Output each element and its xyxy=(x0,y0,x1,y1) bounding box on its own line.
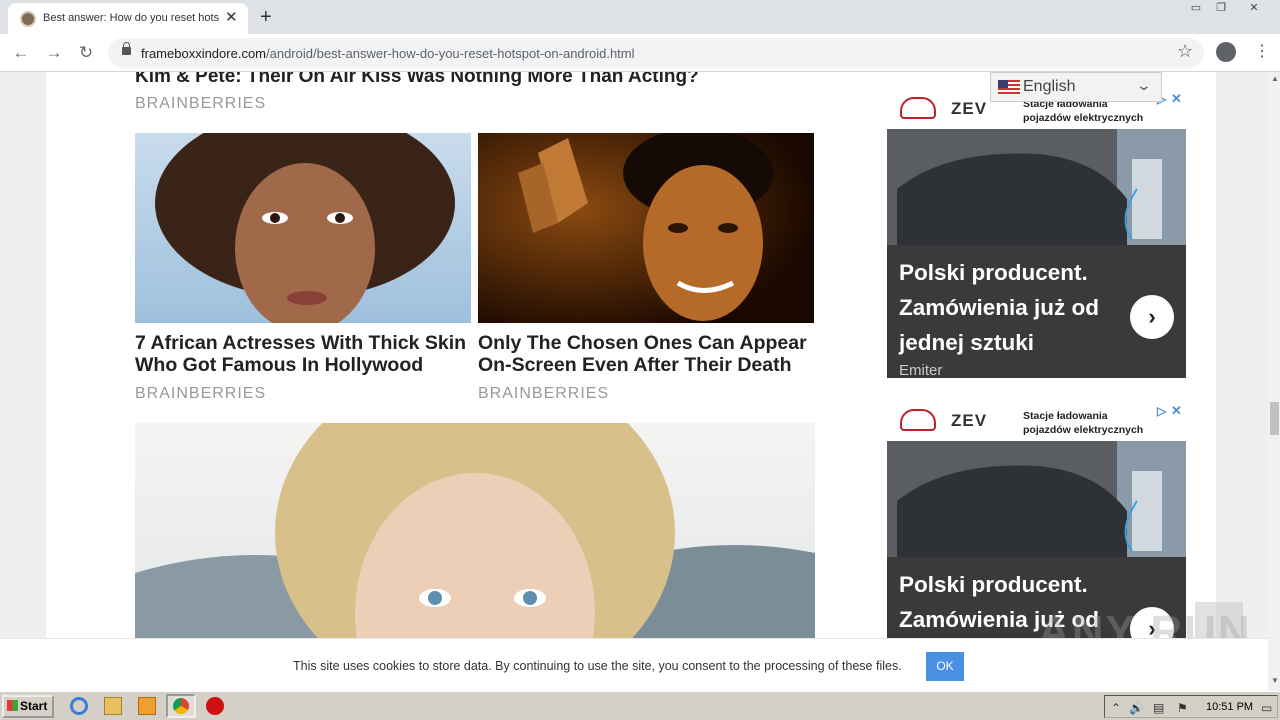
restore-window-icon[interactable]: ❐ xyxy=(1210,1,1232,15)
lead-article-title[interactable]: Kim & Pete: Their On Air Kiss Was Nothin… xyxy=(135,72,699,88)
new-tab-icon[interactable]: + xyxy=(260,4,272,30)
profile-avatar-icon[interactable] xyxy=(1216,42,1236,62)
start-label: Start xyxy=(20,699,48,713)
scroll-up-icon[interactable]: ▲ xyxy=(1271,74,1279,83)
car-logo-icon xyxy=(900,97,936,119)
portrait-woman-image xyxy=(135,133,471,323)
language-selected: English xyxy=(1023,78,1076,95)
card-2-title[interactable]: Only The Chosen Ones Can Appear On-Scree… xyxy=(478,332,814,376)
ad-choices-icon[interactable]: ▷ xyxy=(1157,404,1166,418)
ad-banner-1[interactable]: ZEV Stacje ładowania pojazdów elektryczny… xyxy=(887,91,1186,378)
address-bar[interactable]: frameboxxindore.com/android/best-answer-… xyxy=(108,38,1204,68)
close-tab-icon[interactable]: ✕ xyxy=(225,8,238,28)
ad-car-image xyxy=(887,441,1186,557)
chevron-down-icon: ⌄ xyxy=(1135,77,1153,93)
tray-arrow-icon[interactable]: ⌃ xyxy=(1111,701,1121,715)
page-scrollbar[interactable]: ▲ ▼ xyxy=(1268,72,1280,691)
site-favicon-icon xyxy=(20,11,36,27)
ad-header: ZEV Stacje ładowania pojazdów elektryczny… xyxy=(887,403,1186,441)
card-1-title[interactable]: 7 African Actresses With Thick Skin Who … xyxy=(135,332,471,376)
card-1-source: BRAINBERRIES xyxy=(135,385,267,402)
bookmark-star-icon[interactable]: ☆ xyxy=(1177,41,1193,62)
car-logo-icon xyxy=(900,409,936,431)
clock: 10:51 PM xyxy=(1206,701,1254,713)
card-2-image[interactable] xyxy=(478,133,814,323)
ad-car-image xyxy=(887,129,1186,245)
ad-tagline: Stacje ładowania pojazdów elektrycznych xyxy=(1023,410,1144,436)
forward-icon[interactable]: → xyxy=(42,41,66,65)
scrollbar-thumb[interactable] xyxy=(1270,402,1279,435)
scroll-down-icon[interactable]: ▼ xyxy=(1271,676,1279,685)
ad-close-icon[interactable]: ✕ xyxy=(1171,91,1182,107)
cookie-banner: This site uses cookies to store data. By… xyxy=(0,638,1268,691)
folder-icon[interactable] xyxy=(104,697,122,715)
ad-brand-logo: ZEV xyxy=(951,99,988,118)
media-player-icon[interactable] xyxy=(138,697,156,715)
cookie-text: This site uses cookies to store data. By… xyxy=(293,659,902,673)
lock-icon xyxy=(122,42,131,55)
browser-toolbar: ← → ↻ frameboxxindore.com/android/best-a… xyxy=(0,34,1280,72)
chrome-taskbar-button[interactable] xyxy=(166,694,196,718)
reload-icon[interactable]: ↻ xyxy=(74,41,98,65)
show-desktop-icon[interactable]: ▭ xyxy=(1261,701,1272,715)
ad-headline[interactable]: Polski producent. Zamówienia już od jedn… xyxy=(899,255,1129,360)
ad-brand-logo: ZEV xyxy=(951,411,988,430)
ad-close-icon[interactable]: ✕ xyxy=(1171,403,1182,419)
back-icon[interactable]: ← xyxy=(9,41,33,65)
url-text[interactable]: frameboxxindore.com/android/best-answer-… xyxy=(141,46,635,61)
page-content: Kim & Pete: Their On Air Kiss Was Nothin… xyxy=(46,72,1216,691)
volume-icon[interactable]: 🔊 xyxy=(1129,701,1144,715)
stop-sign-icon[interactable] xyxy=(206,697,224,715)
page-viewport: Kim & Pete: Their On Air Kiss Was Nothin… xyxy=(0,72,1268,691)
lead-article-source: BRAINBERRIES xyxy=(135,95,267,112)
close-window-icon[interactable]: ✕ xyxy=(1243,1,1265,15)
ad-advertiser: Emiter xyxy=(899,362,943,378)
windows-logo-icon xyxy=(7,700,18,711)
cookie-ok-button[interactable]: OK xyxy=(926,652,964,681)
card-2-source: BRAINBERRIES xyxy=(478,385,610,402)
start-button[interactable]: Start xyxy=(2,695,54,718)
network-icon[interactable]: ▤ xyxy=(1153,701,1164,715)
ad-next-arrow-icon[interactable]: › xyxy=(1130,295,1174,339)
language-selector[interactable]: English ⌄ xyxy=(990,72,1162,102)
flag-icon[interactable]: ⚑ xyxy=(1177,701,1188,715)
portrait-man-image xyxy=(478,133,814,323)
tab-strip: Best answer: How do you reset hots ✕ + ▭… xyxy=(0,0,1280,34)
taskbar: Start ⌃ 🔊 ▤ ⚑ ▭ 10:51 PM xyxy=(0,691,1280,720)
internet-explorer-icon[interactable] xyxy=(70,697,88,715)
tab-title: Best answer: How do you reset hots xyxy=(43,12,220,24)
tab-active[interactable]: Best answer: How do you reset hots ✕ xyxy=(8,3,248,34)
chrome-icon xyxy=(173,698,189,714)
minimize-window-icon[interactable]: ▭ xyxy=(1185,1,1207,15)
card-1-image[interactable] xyxy=(135,133,471,323)
browser-menu-icon[interactable]: ⋮ xyxy=(1254,42,1270,62)
us-flag-icon xyxy=(998,80,1020,95)
